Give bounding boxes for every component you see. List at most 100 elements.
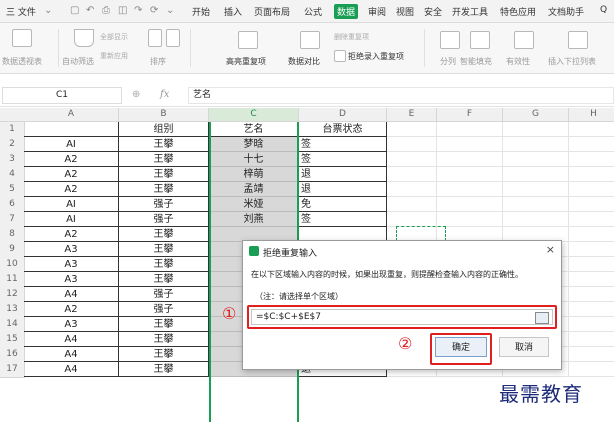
chevron-down-icon[interactable]: ⌄ (44, 5, 52, 16)
file-menu[interactable]: 三 文件 (6, 5, 36, 18)
data-compare-button[interactable]: 数据对比 (288, 56, 320, 67)
cell-g5[interactable] (503, 182, 569, 197)
row-header-9[interactable]: 9 (0, 242, 25, 258)
cell-c1[interactable]: 艺名 (209, 122, 299, 137)
column-header-f[interactable]: F (437, 108, 503, 122)
row-header-15[interactable]: 15 (0, 332, 25, 348)
cell-f1[interactable] (437, 122, 503, 137)
cell-e1[interactable] (387, 122, 437, 137)
validity-button[interactable]: 有效性 (506, 56, 530, 67)
highlight-duplicates-icon[interactable] (238, 31, 258, 49)
cell-h12[interactable] (569, 287, 614, 302)
cell-g7[interactable] (503, 212, 569, 227)
name-box[interactable]: C1 (2, 87, 122, 104)
cancel-button[interactable]: 取消 (499, 337, 549, 357)
pivot-table-button[interactable]: 数据透视表 (2, 56, 42, 67)
cell-f5[interactable] (437, 182, 503, 197)
row-header-5[interactable]: 5 (0, 182, 25, 198)
cell-e6[interactable] (387, 197, 437, 212)
cell-c3[interactable]: 十七 (209, 152, 299, 167)
cell-e4[interactable] (387, 167, 437, 182)
cell-a10[interactable]: A3 (24, 257, 119, 272)
cell-f2[interactable] (437, 137, 503, 152)
menu-insert[interactable]: 插入 (224, 5, 242, 18)
row-header-16[interactable]: 16 (0, 347, 25, 363)
cell-b12[interactable]: 强子 (119, 287, 209, 302)
cell-b15[interactable]: 王攀 (119, 332, 209, 347)
cell-a6[interactable]: AI (24, 197, 119, 212)
row-header-11[interactable]: 11 (0, 272, 25, 288)
column-header-b[interactable]: B (119, 108, 209, 122)
cell-h9[interactable] (569, 242, 614, 257)
cell-b5[interactable]: 王攀 (119, 182, 209, 197)
cell-a4[interactable]: A2 (24, 167, 119, 182)
cell-h7[interactable] (569, 212, 614, 227)
print-icon[interactable]: ⎙ (102, 5, 110, 16)
column-header-c[interactable]: C (209, 108, 299, 122)
cell-c6[interactable]: 米娅 (209, 197, 299, 212)
cell-h15[interactable] (569, 332, 614, 347)
row-header-3[interactable]: 3 (0, 152, 25, 168)
menu-formula[interactable]: 公式 (304, 5, 322, 18)
cell-h4[interactable] (569, 167, 614, 182)
smart-fill-button[interactable]: 智能填充 (460, 56, 492, 67)
cell-a17[interactable]: A4 (24, 362, 119, 377)
cell-b13[interactable]: 强子 (119, 302, 209, 317)
cell-h6[interactable] (569, 197, 614, 212)
sort-button[interactable]: 排序 (150, 56, 166, 67)
cell-a16[interactable]: A4 (24, 347, 119, 362)
reject-duplicates-button[interactable]: 拒绝录入重复项 (348, 51, 404, 62)
cell-h8[interactable] (569, 227, 614, 242)
save-icon[interactable]: ▢ (70, 5, 79, 16)
undo-icon[interactable]: ↶ (86, 5, 94, 16)
cell-f4[interactable] (437, 167, 503, 182)
cell-e7[interactable] (387, 212, 437, 227)
cell-d6[interactable]: 免 (299, 197, 387, 212)
cell-a8[interactable]: A2 (24, 227, 119, 242)
filter-icon[interactable] (74, 29, 94, 47)
zoom-icon[interactable]: ⊕ (132, 89, 140, 100)
cell-e5[interactable] (387, 182, 437, 197)
menu-view[interactable]: 视图 (396, 5, 414, 18)
cell-e3[interactable] (387, 152, 437, 167)
cell-a13[interactable]: A2 (24, 302, 119, 317)
cell-b16[interactable]: 王攀 (119, 347, 209, 362)
compare-icon[interactable] (300, 31, 320, 49)
row-header-2[interactable]: 2 (0, 137, 25, 153)
fx-icon[interactable]: fx (160, 89, 169, 100)
search-icon[interactable]: Q (600, 5, 607, 15)
autofilter-button[interactable]: 自动筛选 (62, 56, 94, 67)
formula-input[interactable]: 艺名 (188, 87, 614, 104)
cell-d2[interactable]: 签 (299, 137, 387, 152)
split-icon[interactable] (440, 31, 460, 49)
row-header-8[interactable]: 8 (0, 227, 25, 243)
cell-b3[interactable]: 王攀 (119, 152, 209, 167)
cell-b4[interactable]: 王攀 (119, 167, 209, 182)
cell-a5[interactable]: A2 (24, 182, 119, 197)
cell-f3[interactable] (437, 152, 503, 167)
cell-h5[interactable] (569, 182, 614, 197)
cell-d3[interactable]: 签 (299, 152, 387, 167)
cell-b1[interactable]: 组别 (119, 122, 209, 137)
cell-g2[interactable] (503, 137, 569, 152)
select-all-corner[interactable] (0, 108, 25, 122)
menu-developer[interactable]: 开发工具 (452, 5, 488, 18)
cell-b2[interactable]: 王攀 (119, 137, 209, 152)
cell-h13[interactable] (569, 302, 614, 317)
insert-dropdown-button[interactable]: 插入下拉列表 (548, 56, 596, 67)
customize-icon[interactable]: ⌄ (166, 5, 174, 16)
cell-h10[interactable] (569, 257, 614, 272)
show-all-button[interactable]: 全部显示 (100, 32, 128, 42)
menu-home[interactable]: 开始 (192, 5, 210, 18)
cell-b7[interactable]: 强子 (119, 212, 209, 227)
cell-b6[interactable]: 强子 (119, 197, 209, 212)
cell-b8[interactable]: 王攀 (119, 227, 209, 242)
cell-h11[interactable] (569, 272, 614, 287)
cell-d1[interactable]: 台票状态 (299, 122, 387, 137)
sort-za-icon[interactable] (166, 29, 180, 47)
cell-h1[interactable] (569, 122, 614, 137)
dropdown-list-icon[interactable] (568, 31, 588, 49)
cell-h16[interactable] (569, 347, 614, 362)
cell-c2[interactable]: 梦晗 (209, 137, 299, 152)
cell-g3[interactable] (503, 152, 569, 167)
